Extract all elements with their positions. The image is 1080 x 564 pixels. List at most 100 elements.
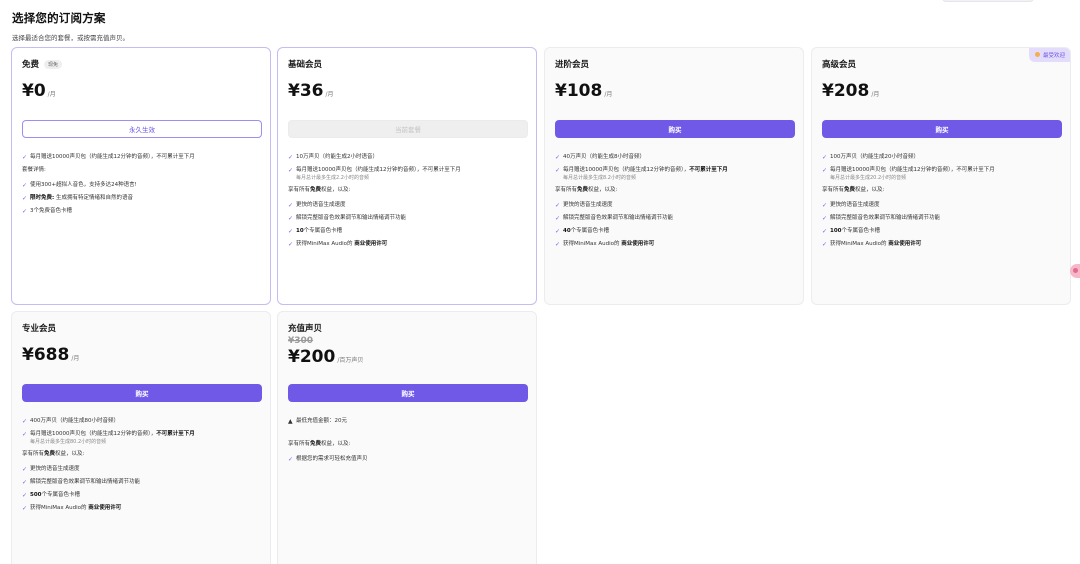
buy-button[interactable]: 购买 [822,120,1062,138]
star-icon [1034,52,1040,57]
plan-name: 充值声贝 [288,324,323,334]
check-icon: ✓ [555,154,561,161]
check-icon: ✓ [288,241,294,248]
feature-item: ✓ 40万声贝（约能生成8小时音频） [555,154,645,161]
feature-list: ✓ 400万声贝（约能生成80小时音频） ✓ 每月赠送10000声贝包（约能生成12… [22,418,266,518]
page-subtitle: 选择最适合您的套餐，或按需充值声贝。 [12,34,129,42]
buy-button[interactable]: 购买 [555,120,795,138]
benefits-intro: 享有所有免费权益，以及: [822,187,885,193]
topup-card: 充值声贝 ¥300 ¥200 /百万声贝 购买 ▲ 最低充值金额：20元 享有所有… [277,311,537,564]
check-icon: ✓ [822,154,828,161]
check-icon: ✓ [22,466,28,473]
check-icon: ✓ [288,167,294,174]
price: ¥0 [22,81,46,101]
price-row: ¥688 /月 [22,347,79,364]
feature-list: ✓ 100万声贝（约能生成20小时音频） ✓ 每月赠送10000声贝包（约能生成12… [822,154,1066,254]
feature-item: ✓ 获得MiniMax Audio的 商业使用许可 [822,241,922,248]
warning-icon: ▲ [288,418,293,425]
check-icon: ✓ [555,167,561,174]
price-unit: /百万声贝 [337,357,364,364]
check-icon: ✓ [22,208,28,215]
feature-item: ✓ 更快的语音生成速度 [822,202,880,209]
feature-item: ✓ 更快的语音生成速度 [555,202,613,209]
feature-item: ✓ 获得MiniMax Audio的 商业使用许可 [555,241,655,248]
check-icon: ✓ [822,241,828,248]
plan-card-basic: 基础会员 ¥36 /月 当前套餐 ✓ 10万声贝（约能生成2小时语音） ✓ 每月赠送… [277,47,537,305]
price-row: ¥108 /月 [555,83,612,100]
price: ¥36 [288,81,324,101]
benefits-intro: 享有所有免费权益，以及: [555,187,618,193]
check-icon: ✓ [288,154,294,161]
check-icon: ✓ [288,456,294,463]
check-icon: ✓ [22,431,28,438]
feature-item: ✓ 解锁完整版音色效果调节和输出情绪调节功能 [822,215,941,222]
feature-item: ✓ 500个专属音色卡槽 [22,492,80,499]
feature-item: ✓ 每月赠送10000声贝包（约能生成12分钟的音频），不可累计至下月 每月总计最多… [822,167,995,181]
feature-item: ✓ 使用300+超拟人音色，支持多达24种语言! [22,182,137,189]
check-icon: ✓ [822,167,828,174]
feature-item: ✓ 每月赠送10000声贝包（约能生成12分钟的音频），不可累计至下月 每月总计最多… [288,167,461,181]
feature-list: ▲ 最低充值金额：20元 享有所有免费权益，以及: ✓ 根据您的需求可轻松充值声贝 [288,418,532,469]
check-icon: ✓ [22,479,28,486]
price: ¥208 [822,81,870,101]
check-icon: ✓ [22,492,28,499]
feature-item: ✓ 限时免费: 生成拥有特定情绪和自然的语音 [22,195,133,202]
popular-tag: 最受欢迎 [1028,48,1070,62]
feature-list: ✓ 40万声贝（约能生成8小时音频） ✓ 每月赠送10000声贝包（约能生成12分钟… [555,154,799,254]
plan-name: 进阶会员 [555,60,590,70]
price-unit: /月 [604,91,613,98]
feature-item: ✓ 100万声贝（约能生成20小时音频） [822,154,919,161]
check-icon: ✓ [822,202,828,209]
check-icon: ✓ [822,228,828,235]
feature-item: ✓ 更快的语音生成速度 [22,466,80,473]
price-row: ¥208 /月 [822,83,879,100]
top-search-pill[interactable] [942,0,1034,2]
check-icon: ✓ [22,418,28,425]
current-plan-button[interactable]: 当前套餐 [288,120,528,138]
feature-item: ✓ 根据您的需求可轻松充值声贝 [288,456,368,463]
feature-item: ✓ 解锁完整版音色效果调节和输出情绪调节功能 [555,215,674,222]
price-unit: /月 [71,355,80,362]
feature-item: ✓ 400万声贝（约能生成80小时音频） [22,418,119,425]
price: ¥200 [288,347,336,367]
plan-card-advanced: 进阶会员 ¥108 /月 购买 ✓ 40万声贝（约能生成8小时音频） ✓ 每月赠送1… [544,47,804,305]
feature-item: ✓ 更快的语音生成速度 [288,202,346,209]
price: ¥688 [22,345,70,365]
check-icon: ✓ [22,505,28,512]
old-price: ¥300 [288,336,314,346]
price: ¥108 [555,81,603,101]
check-icon: ✓ [22,154,28,161]
feature-item: ✓ 100个专属音色卡槽 [822,228,880,235]
plan-card-premium: 最受欢迎 高级会员 ¥208 /月 购买 ✓ 100万声贝（约能生成20小时音频）… [811,47,1071,305]
check-icon: ✓ [22,195,28,202]
buy-button[interactable]: 购买 [22,384,262,402]
feature-item: ✓ 40个专属音色卡槽 [555,228,610,235]
feature-item: ✓ 每月赠送10000声贝包（约能生成12分钟的音频），不可累计至下月 每月总计最多… [22,431,195,445]
check-icon: ✓ [555,241,561,248]
plan-name: 专业会员 [22,324,57,334]
page-header: 选择您的订阅方案 选择最适合您的套餐，或按需充值声贝。 [12,10,129,42]
buy-button[interactable]: 购买 [288,384,528,402]
check-icon: ✓ [822,215,828,222]
plan-name: 免费 现免 [22,58,63,70]
feature-item: ✓ 每月赠送10000声贝包（约能生成12分钟的音频），不可累计至下月 [22,154,195,161]
plan-card-pro: 专业会员 ¥688 /月 购买 ✓ 400万声贝（约能生成80小时音频） ✓ 每月赠… [11,311,271,564]
feature-list: ✓ 每月赠送10000声贝包（约能生成12分钟的音频），不可累计至下月 套餐详情:… [22,154,266,221]
benefits-intro: 享有所有免费权益，以及: [22,451,85,457]
detail-title: 套餐详情: [22,167,46,173]
check-icon: ✓ [22,182,28,189]
feature-list: ✓ 10万声贝（约能生成2小时语音） ✓ 每月赠送10000声贝包（约能生成12分钟… [288,154,532,254]
feature-item: ✓ 10万声贝（约能生成2小时语音） [288,154,378,161]
feature-item: ✓ 获得MiniMax Audio的 商业使用许可 [22,505,122,512]
check-icon: ✓ [555,228,561,235]
feature-item: ✓ 10个专属音色卡槽 [288,228,343,235]
feature-item: ✓ 每月赠送10000声贝包（约能生成12分钟的音频），不可累计至下月 每月总计最多… [555,167,728,181]
permanent-button[interactable]: 永久生效 [22,120,262,138]
price-unit: /月 [325,91,334,98]
plan-name: 高级会员 [822,60,857,70]
page-title: 选择您的订阅方案 [12,11,106,25]
benefits-intro: 享有所有免费权益，以及: [288,187,351,193]
floating-assistant-icon[interactable] [1070,264,1080,278]
plan-badge: 现免 [44,59,63,69]
check-icon: ✓ [555,215,561,222]
